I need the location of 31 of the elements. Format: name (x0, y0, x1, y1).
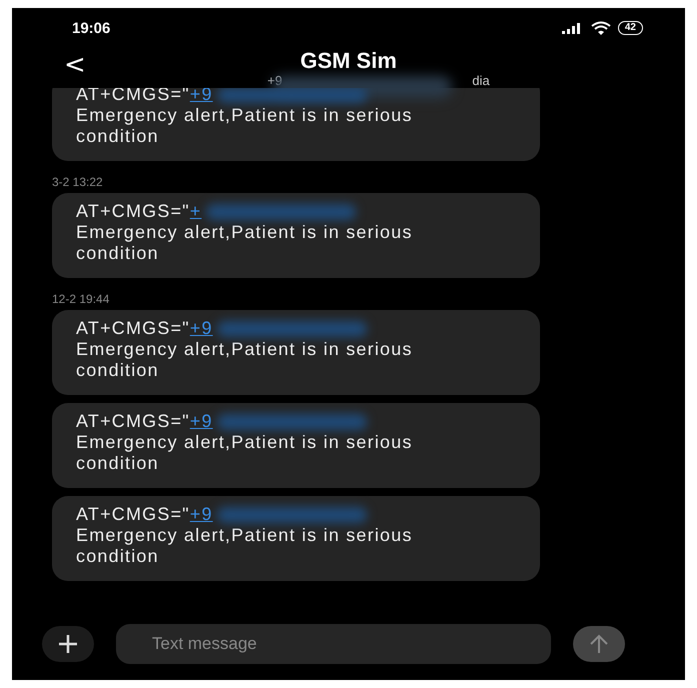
message-text: Emergency alert,Patient is in serious condition (76, 105, 414, 147)
message-text: Emergency alert,Patient is in serious condition (76, 222, 414, 264)
send-button[interactable] (573, 626, 625, 662)
command-text: AT+CMGS=" (76, 201, 190, 222)
message-text: Emergency alert,Patient is in serious condition (76, 525, 414, 567)
contact-number: +9 (267, 74, 282, 88)
message-text: Emergency alert,Patient is in serious condition (76, 432, 414, 474)
message-bubble[interactable]: AT+CMGS="+9 Emergency alert,Patient is in serious condition (52, 403, 540, 488)
message-bubble[interactable]: AT+CMGS="+9 Emergency alert,Patient is in serious condition (52, 310, 540, 395)
phone-link[interactable]: + (190, 201, 202, 222)
phone-link[interactable]: +9 (190, 504, 213, 525)
message-bubble[interactable]: AT+CMGS="+9 Emergency alert,Patient is in serious condition (52, 496, 540, 581)
message-input[interactable]: Text message (116, 624, 551, 664)
message-bubble[interactable]: AT+CMGS="+ Emergency alert,Patient is in serious condition (52, 193, 540, 278)
back-button[interactable]: < (64, 50, 86, 80)
command-text: AT+CMGS=" (76, 411, 190, 432)
message-text: Emergency alert,Patient is in serious condition (76, 339, 414, 381)
contact-location: dia (472, 74, 490, 88)
command-text: AT+CMGS=" (76, 504, 190, 525)
status-time: 19:06 (72, 20, 110, 36)
phone-link[interactable]: +9 (190, 411, 213, 432)
message-timestamp: 12-2 19:44 (52, 292, 110, 306)
message-timestamp: 3-2 13:22 (52, 175, 104, 189)
phone-link[interactable]: +9 (190, 318, 213, 339)
add-button[interactable] (42, 626, 94, 662)
up-arrow-icon (589, 634, 609, 654)
battery-level: 42 (618, 21, 643, 35)
plus-icon (58, 634, 78, 654)
contact-name: GSM Sim (300, 48, 397, 74)
wifi-icon (590, 21, 611, 35)
command-text: AT+CMGS=" (76, 318, 190, 339)
